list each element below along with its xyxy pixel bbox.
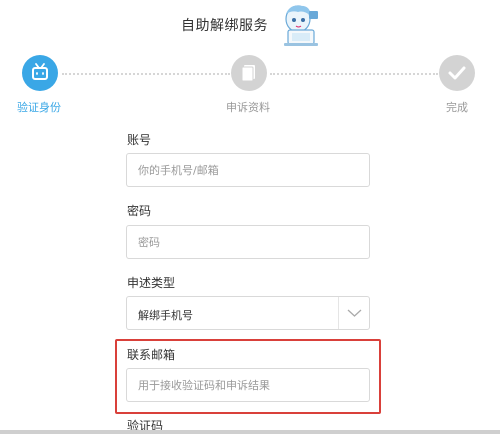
step-2-label: 申诉资料 [226,101,270,114]
step-connector-2 [270,73,438,75]
step-3-label: 完成 [446,101,468,114]
account-input[interactable] [126,153,370,187]
password-input[interactable] [126,225,370,259]
password-label: 密码 [127,204,152,218]
complaint-type-value: 解绑手机号 [138,309,193,322]
step-1-indicator [22,55,58,91]
horizontal-scrollbar[interactable] [0,430,500,434]
account-label: 账号 [127,133,152,147]
contact-email-label: 联系邮箱 [127,348,176,362]
complaint-type-select[interactable]: 解绑手机号 [126,296,370,330]
step-3-indicator [439,55,475,91]
document-icon [241,65,255,82]
chevron-down-icon[interactable] [339,297,370,329]
contact-email-input[interactable] [126,368,370,402]
complaint-type-label: 申述类型 [127,276,176,290]
step-1-label: 验证身份 [17,101,61,114]
checkmark-icon [448,66,466,80]
step-2-indicator [231,55,267,91]
mascot-logo [284,5,318,46]
page-title: 自助解绑服务 [181,18,268,34]
page-header: 自助解绑服务 [0,0,500,50]
tv-icon [32,63,48,80]
step-connector-1 [62,73,230,75]
